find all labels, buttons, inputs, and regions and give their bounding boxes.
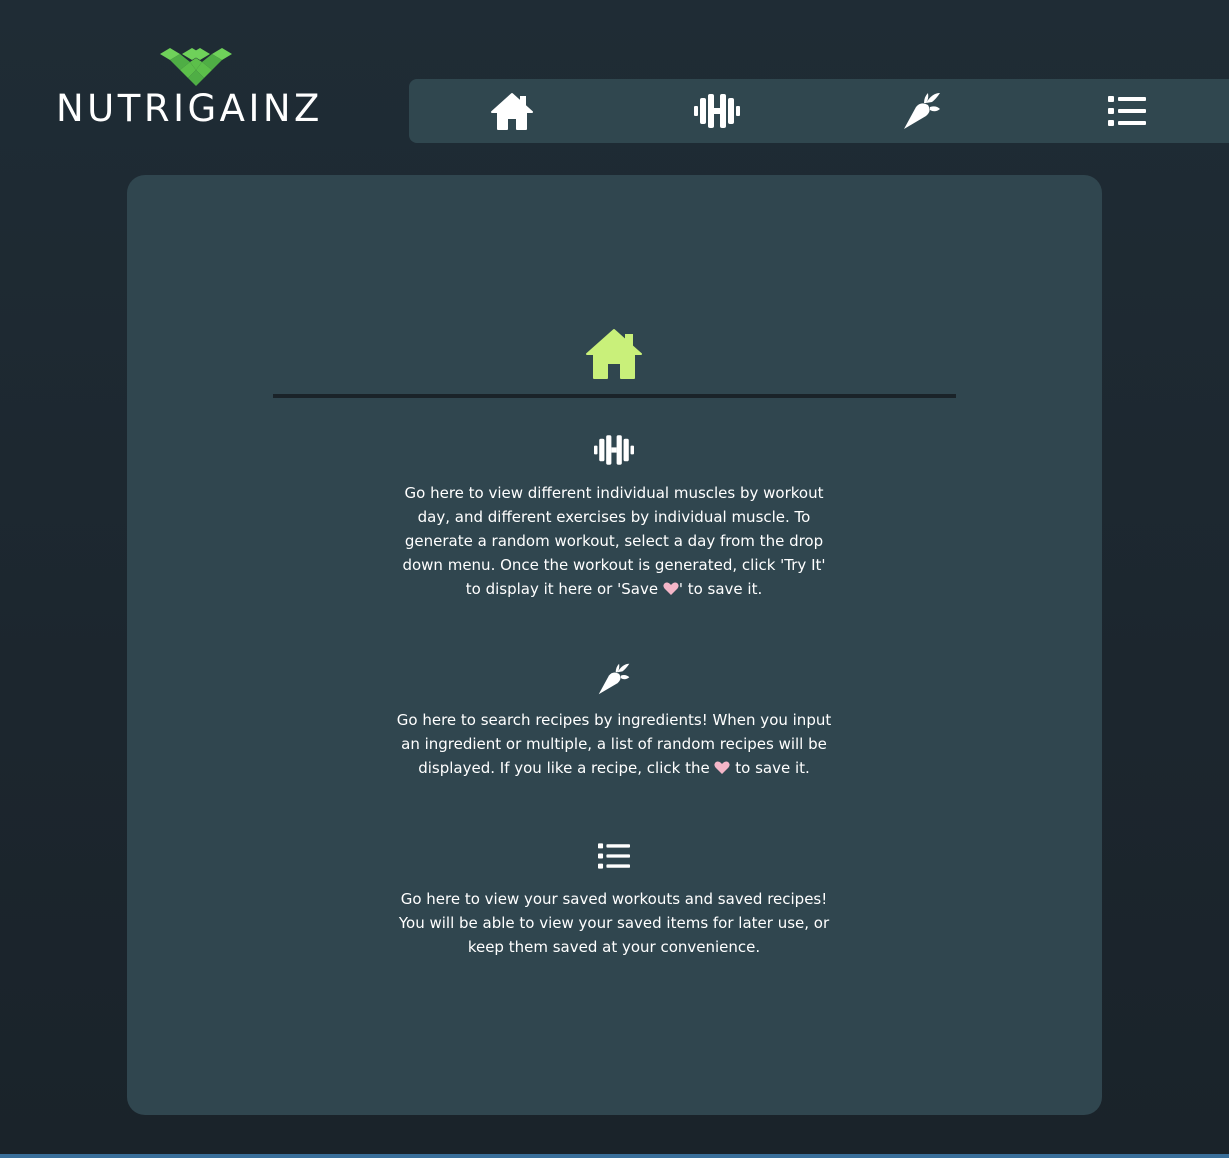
section-divider	[273, 394, 956, 398]
dumbbell-icon	[694, 94, 740, 128]
carrot-icon	[598, 663, 630, 695]
list-icon	[598, 843, 630, 869]
recipes-description: Go here to search recipes by ingredients…	[396, 711, 832, 777]
heart-icon	[714, 761, 731, 774]
logo-mark-icon	[160, 48, 232, 86]
brand-logo[interactable]: NUTRIGAINZ	[56, 48, 346, 133]
nav-home[interactable]	[472, 79, 552, 143]
heart-icon	[663, 582, 679, 595]
saved-description: Go here to view your saved workouts and …	[398, 890, 830, 956]
nav-workouts[interactable]	[677, 79, 757, 143]
workouts-section: Go here to view different individual mus…	[394, 435, 834, 601]
info-card: Go here to view different individual mus…	[127, 175, 1102, 1115]
workouts-description: Go here to view different individual mus…	[402, 484, 826, 598]
recipes-section: Go here to search recipes by ingredients…	[394, 662, 834, 780]
saved-section: Go here to view your saved workouts and …	[394, 843, 834, 959]
window-bottom-border	[0, 1154, 1229, 1158]
home-icon	[586, 329, 642, 379]
carrot-icon	[904, 93, 940, 129]
list-icon	[1108, 96, 1146, 126]
nav-recipes[interactable]	[882, 79, 962, 143]
nav-saved[interactable]	[1087, 79, 1167, 143]
home-icon	[491, 93, 533, 130]
main-nav	[409, 79, 1229, 143]
dumbbell-icon	[594, 435, 634, 465]
brand-name: NUTRIGAINZ	[56, 87, 323, 130]
